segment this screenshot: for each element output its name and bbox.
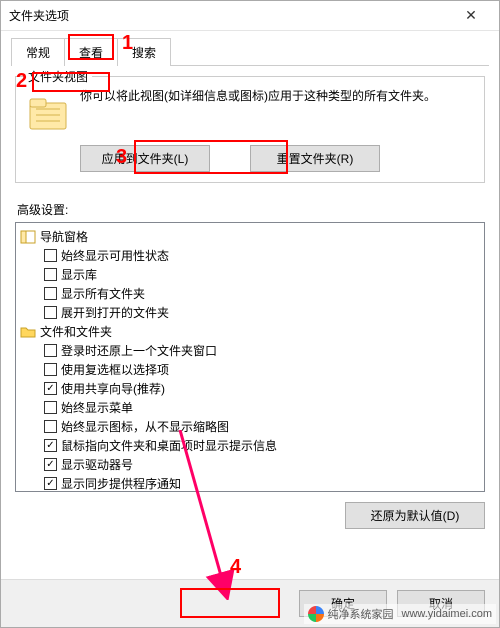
ff-item-label: 登录时还原上一个文件夹窗口 [61,342,217,359]
checkbox[interactable] [44,401,57,414]
tree-group-nav-label: 导航窗格 [40,228,88,245]
checkbox[interactable] [44,344,57,357]
titlebar: 文件夹选项 ✕ [1,1,499,31]
tab-view-label: 查看 [79,46,103,60]
checkbox[interactable] [44,287,57,300]
checkbox[interactable]: ✓ [44,477,57,490]
reset-folders-label: 重置文件夹(R) [277,152,354,166]
watermark-url: www.yidaimei.com [402,608,492,620]
apply-to-folders-label: 应用到文件夹(L) [102,152,189,166]
reset-folders-button[interactable]: 重置文件夹(R) [250,145,380,172]
ff-item-label: 显示驱动器号 [61,456,133,473]
ff-item-label: 显示同步提供程序通知 [61,475,181,492]
folder-view-legend: 文件夹视图 [24,68,92,85]
ff-item-label: 始终显示图标，从不显示缩略图 [61,418,229,435]
ff-item[interactable]: 登录时还原上一个文件夹窗口 [16,341,484,360]
tab-search-label: 搜索 [132,46,156,60]
checkbox[interactable] [44,420,57,433]
restore-defaults-label: 还原为默认值(D) [371,509,460,523]
nav-item-label: 始终显示可用性状态 [61,247,169,264]
ff-item-label: 始终显示菜单 [61,399,133,416]
checkbox[interactable] [44,249,57,262]
nav-pane-icon [20,229,36,245]
folder-icon [26,91,70,135]
ff-item-label: 使用复选框以选择项 [61,361,169,378]
nav-item-label: 展开到打开的文件夹 [61,304,169,321]
nav-item[interactable]: 显示所有文件夹 [16,284,484,303]
nav-item[interactable]: 显示库 [16,265,484,284]
watermark: 纯净系统家园 www.yidaimei.com [304,604,496,624]
window-title: 文件夹选项 [9,7,451,24]
ff-item[interactable]: ✓ 鼠标指向文件夹和桌面项时显示提示信息 [16,436,484,455]
tab-search[interactable]: 搜索 [117,38,171,66]
checkbox[interactable]: ✓ [44,382,57,395]
tree-group-files-folders: 文件和文件夹 [16,322,484,341]
restore-defaults-button[interactable]: 还原为默认值(D) [345,502,485,529]
ff-item-label: 鼠标指向文件夹和桌面项时显示提示信息 [61,437,277,454]
folder-view-desc: 你可以将此视图(如详细信息或图标)应用于这种类型的所有文件夹。 [80,87,474,105]
ff-item[interactable]: 始终显示图标，从不显示缩略图 [16,417,484,436]
ff-item[interactable]: 使用复选框以选择项 [16,360,484,379]
advanced-settings-label: 高级设置: [15,195,485,222]
nav-item-label: 显示库 [61,266,97,283]
ff-item[interactable]: 始终显示菜单 [16,398,484,417]
nav-item-label: 显示所有文件夹 [61,285,145,302]
folder-options-window: 文件夹选项 ✕ 常规 查看 搜索 文件夹视图 你可以将此视图(如详细信息 [0,0,500,628]
close-button[interactable]: ✕ [451,2,491,30]
apply-to-folders-button[interactable]: 应用到文件夹(L) [80,145,210,172]
close-icon: ✕ [465,7,477,24]
tab-content: 文件夹视图 你可以将此视图(如详细信息或图标)应用于这种类型的所有文件夹。 应用… [1,66,499,579]
ff-item-label: 使用共享向导(推荐) [61,380,165,397]
nav-item[interactable]: 展开到打开的文件夹 [16,303,484,322]
nav-item[interactable]: 始终显示可用性状态 [16,246,484,265]
tab-strip: 常规 查看 搜索 [1,31,499,65]
folder-view-group: 文件夹视图 你可以将此视图(如详细信息或图标)应用于这种类型的所有文件夹。 应用… [15,76,485,183]
advanced-settings-tree[interactable]: 导航窗格 始终显示可用性状态显示库显示所有文件夹展开到打开的文件夹 文件和文件夹… [15,222,485,492]
tab-general-label: 常规 [26,46,50,60]
watermark-logo-icon [308,606,324,622]
folder-group-icon [20,324,36,340]
checkbox[interactable]: ✓ [44,439,57,452]
checkbox[interactable] [44,268,57,281]
tree-group-ff-label: 文件和文件夹 [40,323,112,340]
tab-view[interactable]: 查看 [64,38,118,66]
ff-item[interactable]: ✓ 显示同步提供程序通知 [16,474,484,492]
checkbox[interactable]: ✓ [44,458,57,471]
tab-general[interactable]: 常规 [11,38,65,66]
checkbox[interactable] [44,363,57,376]
ff-item[interactable]: ✓ 使用共享向导(推荐) [16,379,484,398]
tree-group-navigation-pane: 导航窗格 [16,227,484,246]
checkbox[interactable] [44,306,57,319]
watermark-name: 纯净系统家园 [328,606,394,622]
ff-item[interactable]: ✓ 显示驱动器号 [16,455,484,474]
